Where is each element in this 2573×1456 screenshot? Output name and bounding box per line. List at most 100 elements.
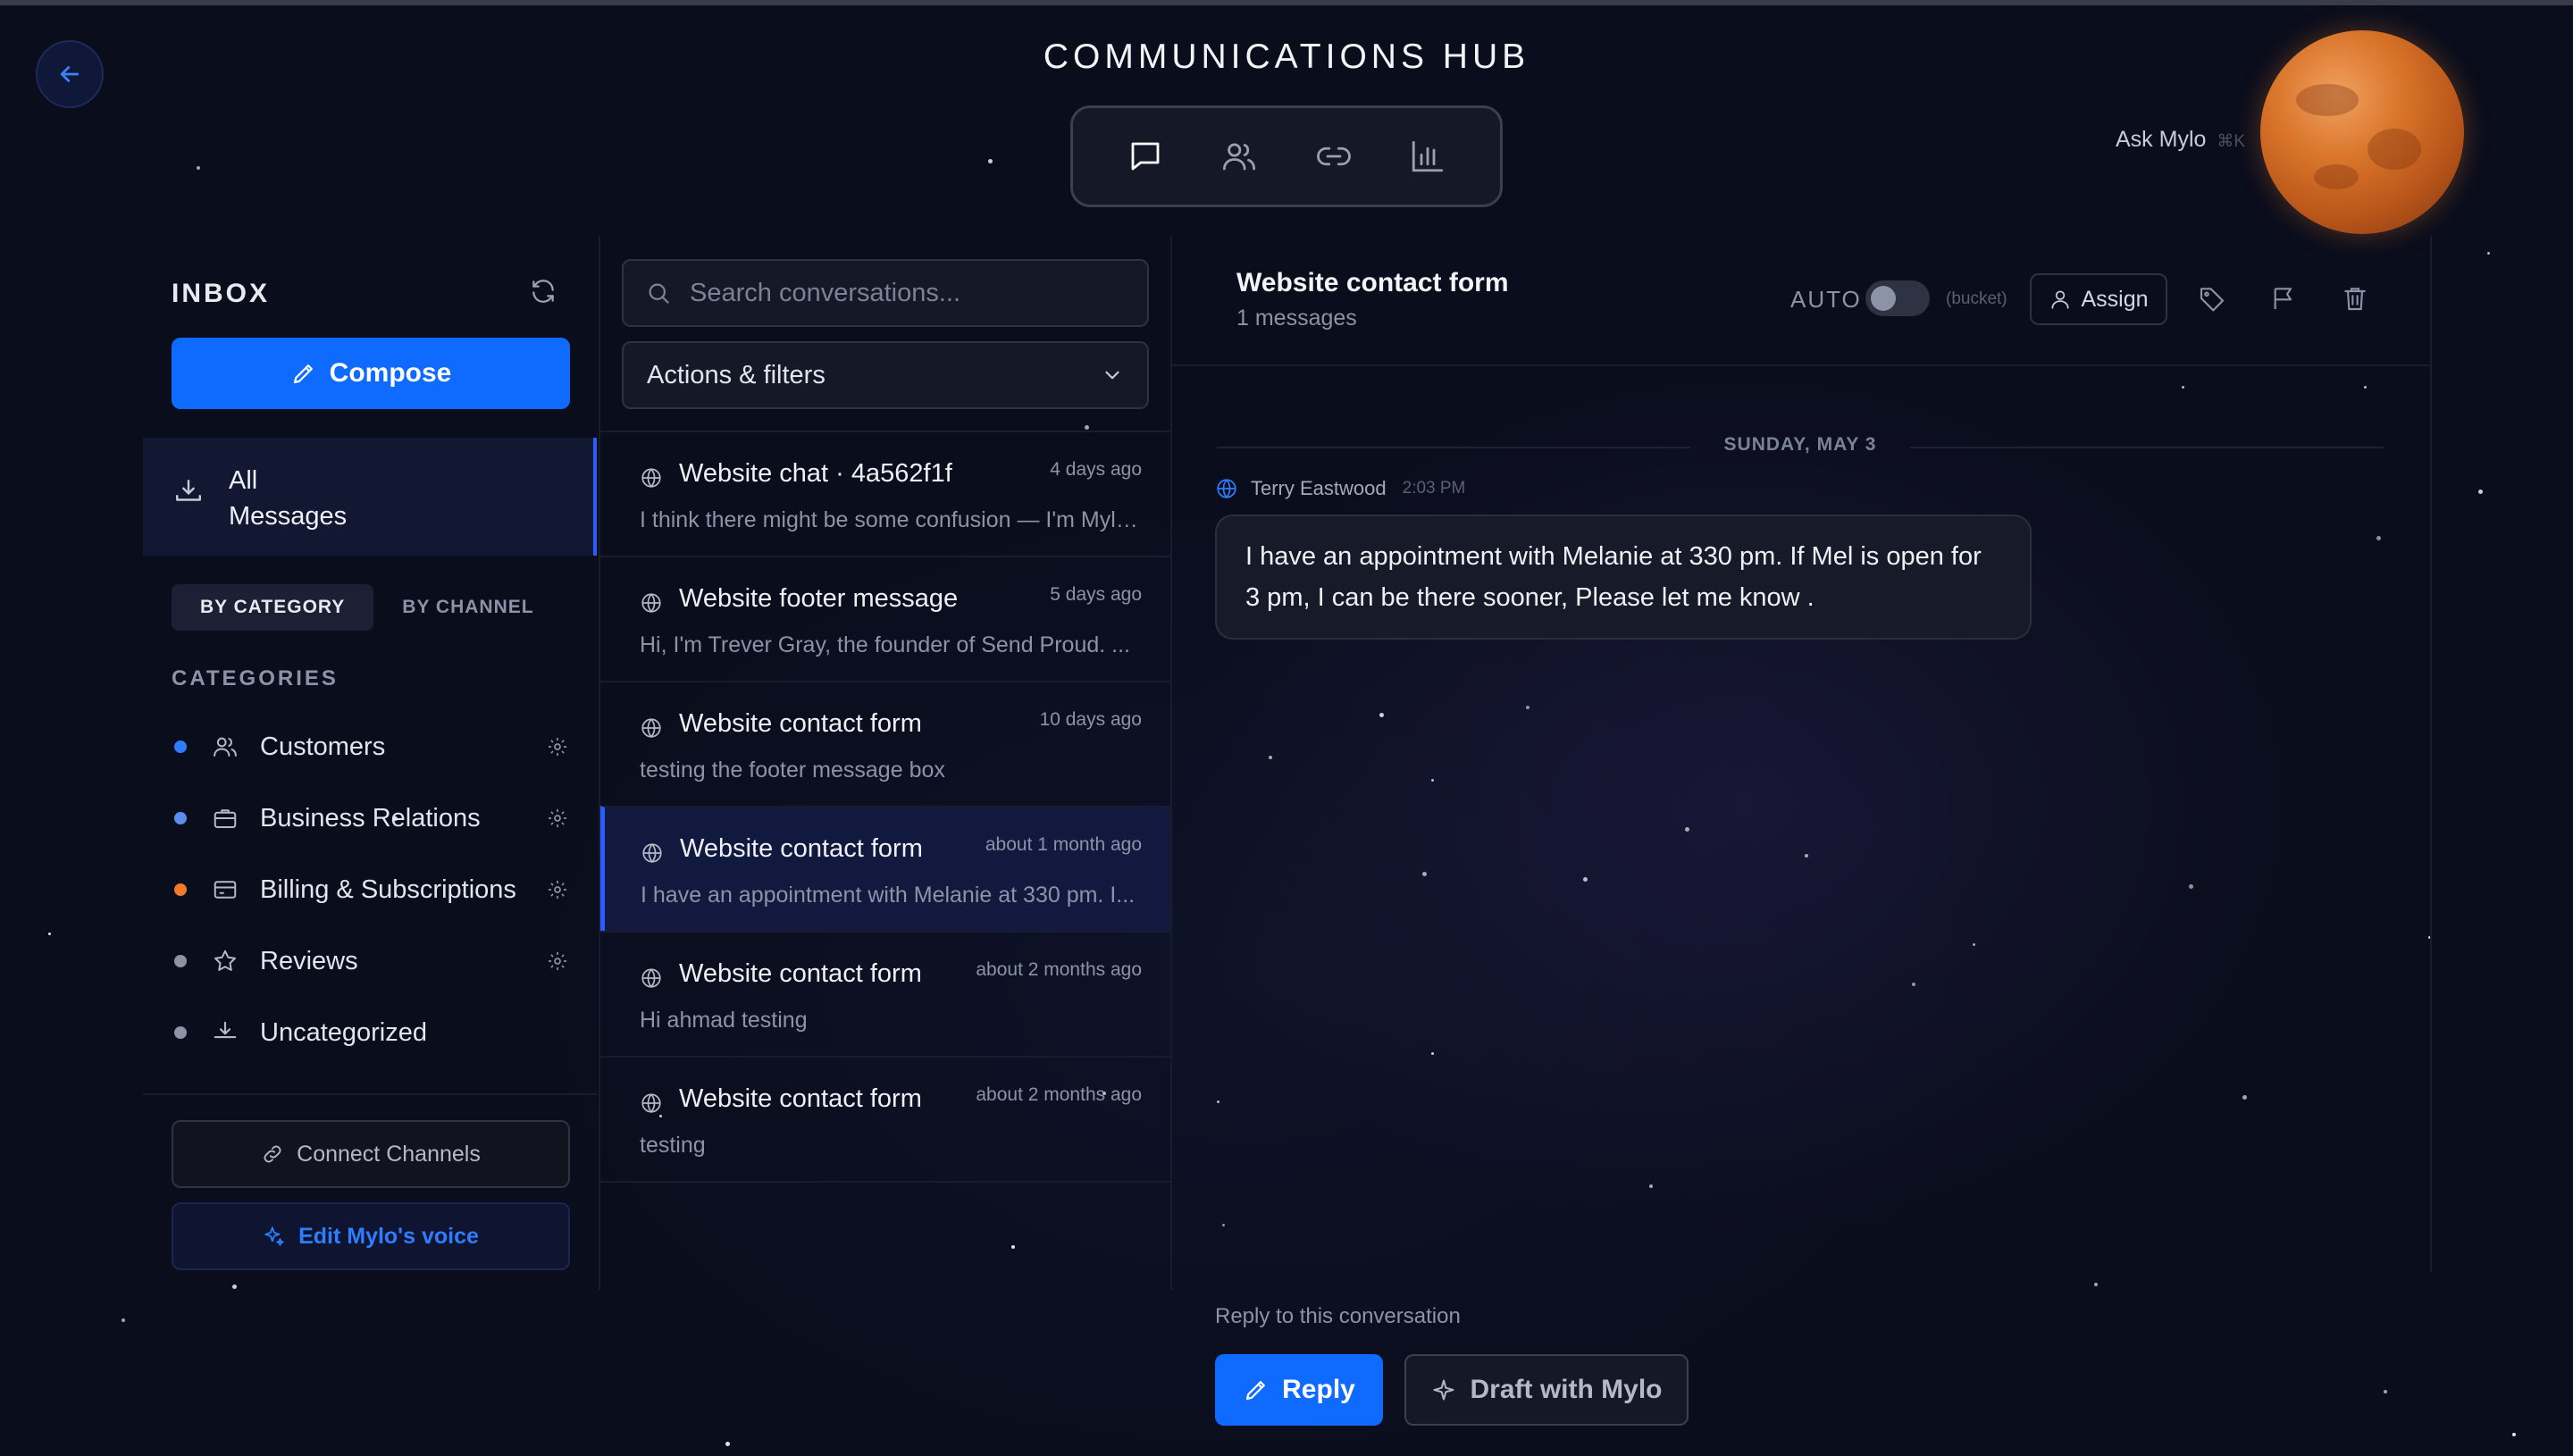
- conversation-preview: I have an appointment with Melanie at 33…: [641, 883, 1136, 908]
- search-box: [622, 259, 1149, 327]
- list-divider: [600, 1181, 1170, 1183]
- compose-label: Compose: [329, 358, 452, 388]
- flag-button[interactable]: [2269, 284, 2298, 313]
- category-customers[interactable]: Customers: [172, 711, 570, 782]
- star: [2487, 252, 2490, 255]
- ask-mylo-label: Ask Mylo: [2116, 127, 2207, 152]
- users-icon: [1223, 143, 1256, 171]
- conversation-item-selected[interactable]: Website contact form about 1 month ago I…: [600, 806, 1170, 931]
- conversation-title: Website contact form: [679, 1084, 922, 1113]
- conversation-title: Website contact form: [680, 834, 923, 863]
- draft-with-mylo-button[interactable]: Draft with Mylo: [1404, 1354, 1689, 1426]
- actions-filters-dropdown[interactable]: Actions & filters: [622, 341, 1149, 409]
- tab-by-category[interactable]: BY CATEGORY: [172, 584, 374, 631]
- tab-contacts[interactable]: [1208, 125, 1270, 188]
- category-color-dot: [174, 883, 187, 896]
- category-settings-button[interactable]: [547, 807, 568, 829]
- gear-icon: [549, 738, 566, 756]
- conversation-item[interactable]: Website footer message 5 days ago Hi, I'…: [600, 556, 1170, 681]
- conversation-title: Website chat · 4a562f1f: [679, 459, 952, 488]
- globe-icon: [641, 468, 661, 489]
- message-count: 1 messages: [1236, 305, 1357, 331]
- chat-bubble-icon: [1131, 142, 1160, 171]
- window-top-border: [0, 0, 2573, 5]
- conversation-time: about 2 months ago: [976, 1084, 1142, 1105]
- star-icon: [214, 950, 236, 971]
- reply-button[interactable]: Reply: [1215, 1354, 1383, 1426]
- auto-toggle[interactable]: [1865, 280, 1930, 316]
- category-settings-button[interactable]: [547, 950, 568, 972]
- globe-icon: [641, 718, 661, 739]
- compose-button[interactable]: Compose: [172, 338, 570, 409]
- assign-button[interactable]: Assign: [2030, 273, 2167, 325]
- flag-icon: [2274, 288, 2292, 309]
- star: [2512, 1433, 2516, 1436]
- inbox-download-icon: [176, 480, 201, 501]
- pencil-icon: [1246, 1381, 1266, 1401]
- user-icon: [2051, 290, 2070, 309]
- trash-icon: [2344, 288, 2366, 311]
- conversation-title: Website footer message: [679, 584, 959, 613]
- conversation-preview: I think there might be some confusion — …: [640, 507, 1140, 532]
- edit-mylo-voice-label: Edit Mylo's voice: [298, 1223, 479, 1249]
- conversation-time: about 1 month ago: [985, 834, 1142, 855]
- ask-mylo-button[interactable]: Ask Mylo ⌘K: [2116, 127, 2245, 153]
- category-list: Customers Business Relations Billing & S…: [172, 711, 570, 1068]
- conversation-item[interactable]: Website contact form 10 days ago testing…: [600, 681, 1170, 806]
- star: [2384, 1390, 2387, 1393]
- gear-icon: [549, 952, 566, 970]
- ask-mylo-shortcut: ⌘K: [2217, 132, 2246, 151]
- category-uncategorized[interactable]: Uncategorized: [172, 997, 570, 1068]
- category-business-relations[interactable]: Business Relations: [172, 782, 570, 854]
- category-label: Business Relations: [260, 803, 481, 833]
- search-input[interactable]: [688, 277, 1138, 309]
- tag-icon: [2200, 288, 2225, 312]
- inbox-title: INBOX: [172, 279, 271, 308]
- conversation-item[interactable]: Website chat · 4a562f1f 4 days ago I thi…: [600, 431, 1170, 556]
- delete-button[interactable]: [2341, 284, 2369, 313]
- category-billing-subscriptions[interactable]: Billing & Subscriptions: [172, 854, 570, 925]
- tag-button[interactable]: [2198, 284, 2226, 313]
- message-pane: Website contact form 1 messages AUTO (bu…: [1172, 236, 2432, 1272]
- divider: [143, 1093, 597, 1095]
- connect-channels-label: Connect Channels: [297, 1141, 481, 1167]
- gear-icon: [549, 881, 566, 899]
- category-label: Customers: [260, 732, 386, 761]
- tab-analytics[interactable]: [1396, 125, 1459, 188]
- category-settings-button[interactable]: [547, 736, 568, 757]
- conversation-time: about 2 months ago: [976, 959, 1142, 980]
- sender-name: Terry Eastwood: [1251, 477, 1387, 499]
- tab-channels[interactable]: [1303, 125, 1365, 188]
- category-label: Uncategorized: [260, 1017, 427, 1047]
- conversation-item[interactable]: Website contact form about 2 months ago …: [600, 1056, 1170, 1181]
- tab-by-channel[interactable]: BY CHANNEL: [373, 584, 562, 631]
- category-label: Reviews: [260, 946, 358, 975]
- conversation-preview: testing the footer message box: [640, 757, 945, 782]
- conversation-heading: Website contact form: [1236, 268, 1509, 297]
- gear-icon: [549, 809, 566, 827]
- mylo-planet-avatar[interactable]: [2260, 30, 2464, 234]
- all-messages-label: All Messages: [229, 466, 348, 531]
- star: [725, 1442, 730, 1446]
- conversation-time: 5 days ago: [1050, 584, 1142, 605]
- draft-with-mylo-label: Draft with Mylo: [1470, 1375, 1663, 1404]
- globe-icon: [641, 593, 661, 614]
- sidebar-item-all-messages[interactable]: All Messages: [143, 438, 597, 556]
- reply-label: Reply: [1282, 1375, 1355, 1404]
- refresh-icon: [532, 280, 554, 303]
- star: [988, 159, 993, 163]
- chevron-down-icon: [1105, 371, 1119, 380]
- edit-mylo-voice-button[interactable]: Edit Mylo's voice: [172, 1202, 570, 1270]
- conversation-preview: Hi ahmad testing: [640, 1008, 808, 1033]
- conversation-title: Website contact form: [679, 709, 922, 738]
- category-color-dot: [174, 955, 187, 967]
- auto-label: AUTO: [1790, 286, 1862, 313]
- message-header: Website contact form 1 messages AUTO (bu…: [1172, 236, 2430, 366]
- conversation-item[interactable]: Website contact form about 2 months ago …: [600, 931, 1170, 1056]
- category-color-dot: [174, 741, 187, 753]
- category-settings-button[interactable]: [547, 879, 568, 900]
- refresh-button[interactable]: [529, 277, 557, 305]
- category-reviews[interactable]: Reviews: [172, 925, 570, 997]
- tab-conversations[interactable]: [1114, 125, 1177, 188]
- connect-channels-button[interactable]: Connect Channels: [172, 1120, 570, 1188]
